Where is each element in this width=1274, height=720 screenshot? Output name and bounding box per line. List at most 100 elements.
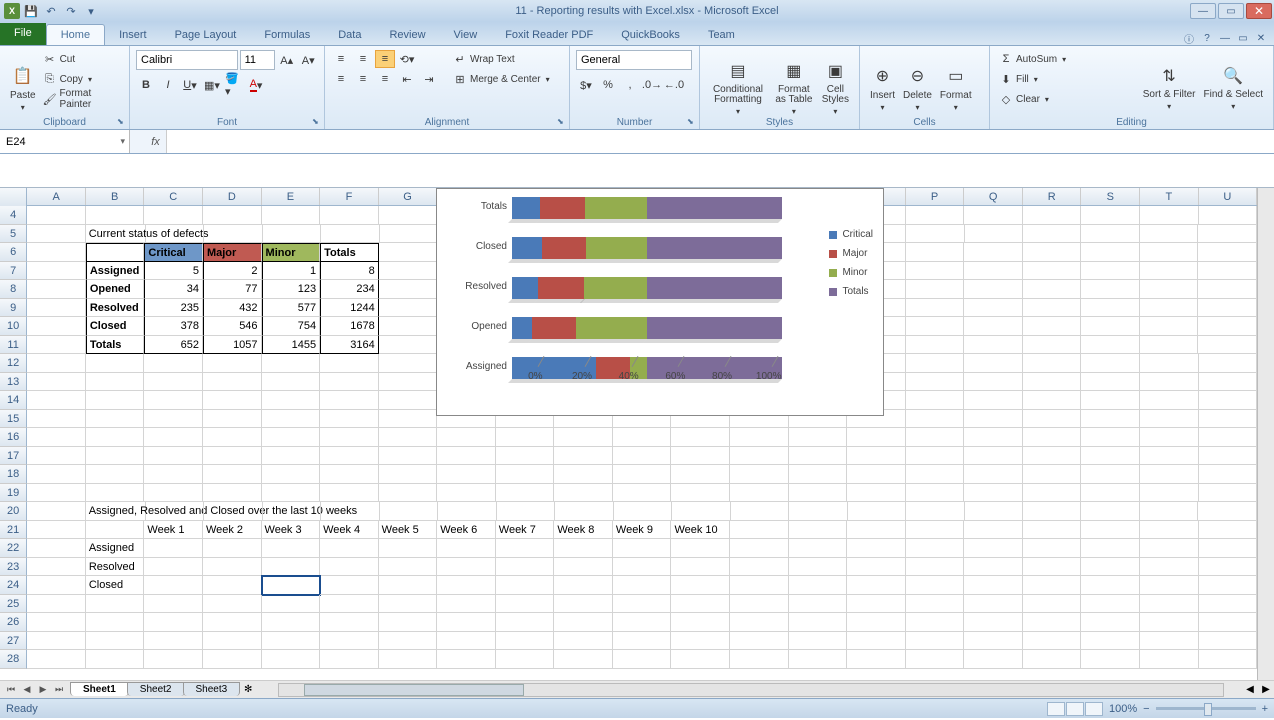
- clear-button[interactable]: ◇Clear▾: [996, 90, 1139, 108]
- font-color-button[interactable]: A▾: [246, 76, 266, 94]
- cell-P17[interactable]: [906, 447, 965, 466]
- col-header-U[interactable]: U: [1199, 188, 1257, 205]
- merge-center-button[interactable]: ⊞Merge & Center▾: [450, 70, 563, 88]
- cell-B11[interactable]: Totals: [86, 336, 145, 355]
- format-button[interactable]: ▭Format▾: [936, 48, 976, 127]
- cell-M24[interactable]: [730, 576, 789, 595]
- cell-A8[interactable]: [27, 280, 86, 299]
- row-header-25[interactable]: 25: [0, 595, 27, 614]
- cell-U26[interactable]: [1199, 613, 1257, 632]
- cell-L17[interactable]: [671, 447, 730, 466]
- row-header-8[interactable]: 8: [0, 280, 27, 299]
- close-button[interactable]: ✕: [1246, 3, 1272, 19]
- row-header-9[interactable]: 9: [0, 299, 27, 318]
- cell-L23[interactable]: [671, 558, 730, 577]
- cell-D22[interactable]: [203, 539, 262, 558]
- cell-C13[interactable]: [144, 373, 203, 392]
- cell-T12[interactable]: [1140, 354, 1199, 373]
- vertical-scrollbar[interactable]: [1257, 188, 1274, 680]
- cell-F25[interactable]: [320, 595, 379, 614]
- cell-M16[interactable]: [730, 428, 789, 447]
- cell-P16[interactable]: [906, 428, 965, 447]
- cell-A26[interactable]: [27, 613, 86, 632]
- cell-C22[interactable]: [144, 539, 203, 558]
- cell-B6[interactable]: [86, 243, 145, 262]
- cell-M22[interactable]: [730, 539, 789, 558]
- cell-E26[interactable]: [262, 613, 321, 632]
- cell-D25[interactable]: [203, 595, 262, 614]
- cell-Q14[interactable]: [964, 391, 1023, 410]
- cell-Q10[interactable]: [964, 317, 1023, 336]
- cell-E12[interactable]: [262, 354, 321, 373]
- cell-Q23[interactable]: [964, 558, 1023, 577]
- cell-E22[interactable]: [262, 539, 321, 558]
- row-header-17[interactable]: 17: [0, 447, 27, 466]
- cell-P6[interactable]: [906, 243, 965, 262]
- cell-F4[interactable]: [320, 206, 379, 225]
- cell-I16[interactable]: [496, 428, 555, 447]
- cell-U10[interactable]: [1198, 317, 1257, 336]
- cell-U11[interactable]: [1198, 336, 1257, 355]
- cell-K26[interactable]: [613, 613, 672, 632]
- cell-D6[interactable]: Major: [203, 243, 262, 262]
- sheet-tab-2[interactable]: Sheet2: [127, 682, 185, 696]
- cell-Q27[interactable]: [964, 632, 1023, 651]
- cell-P13[interactable]: [906, 373, 965, 392]
- cell-H23[interactable]: [437, 558, 496, 577]
- cell-J20[interactable]: [555, 502, 613, 521]
- cell-B21[interactable]: [86, 521, 145, 540]
- cut-button[interactable]: ✂Cut: [40, 50, 123, 68]
- cell-A27[interactable]: [27, 632, 86, 651]
- cell-G24[interactable]: [379, 576, 438, 595]
- sheet-tab-1[interactable]: Sheet1: [70, 682, 129, 696]
- cell-K20[interactable]: [614, 502, 672, 521]
- cell-G12[interactable]: [379, 354, 438, 373]
- cell-F17[interactable]: [320, 447, 379, 466]
- cell-D14[interactable]: [203, 391, 262, 410]
- cell-P7[interactable]: [906, 262, 965, 281]
- cell-S23[interactable]: [1081, 558, 1140, 577]
- cell-A24[interactable]: [27, 576, 86, 595]
- cell-A21[interactable]: [27, 521, 86, 540]
- row-header-18[interactable]: 18: [0, 465, 27, 484]
- font-expand-icon[interactable]: ⬊: [312, 117, 322, 127]
- cell-E11[interactable]: 1455: [262, 336, 321, 355]
- cell-S25[interactable]: [1081, 595, 1140, 614]
- cell-M18[interactable]: [730, 465, 789, 484]
- cell-S20[interactable]: [1081, 502, 1139, 521]
- cell-L21[interactable]: Week 10: [671, 521, 730, 540]
- cell-G16[interactable]: [379, 428, 438, 447]
- window-restore-icon[interactable]: ▭: [1236, 31, 1250, 45]
- help-icon[interactable]: ?: [1200, 31, 1214, 45]
- cell-D20[interactable]: [204, 502, 262, 521]
- col-header-T[interactable]: T: [1140, 188, 1199, 205]
- cell-J27[interactable]: [554, 632, 613, 651]
- redo-icon[interactable]: ↷: [62, 3, 80, 19]
- cell-C18[interactable]: [144, 465, 203, 484]
- cell-Q11[interactable]: [964, 336, 1023, 355]
- cell-P18[interactable]: [906, 465, 965, 484]
- cell-G10[interactable]: [379, 317, 438, 336]
- col-header-S[interactable]: S: [1081, 188, 1140, 205]
- cell-S6[interactable]: [1081, 243, 1140, 262]
- cell-A25[interactable]: [27, 595, 86, 614]
- decrease-decimal-button[interactable]: ←.0: [664, 76, 684, 94]
- cell-I27[interactable]: [496, 632, 555, 651]
- cell-J18[interactable]: [554, 465, 613, 484]
- cell-G14[interactable]: [379, 391, 438, 410]
- cell-L20[interactable]: [672, 502, 730, 521]
- cell-R20[interactable]: [1023, 502, 1081, 521]
- cell-styles-button[interactable]: ▣Cell Styles▾: [818, 48, 853, 127]
- cell-S19[interactable]: [1081, 484, 1140, 503]
- cell-C19[interactable]: [144, 484, 203, 503]
- cell-L27[interactable]: [671, 632, 730, 651]
- font-size-combo[interactable]: 11: [240, 50, 275, 70]
- cell-S14[interactable]: [1081, 391, 1140, 410]
- cell-E23[interactable]: [262, 558, 321, 577]
- cell-M21[interactable]: [730, 521, 789, 540]
- cell-N16[interactable]: [789, 428, 848, 447]
- cell-T19[interactable]: [1140, 484, 1199, 503]
- cell-H17[interactable]: [437, 447, 496, 466]
- cell-P12[interactable]: [906, 354, 965, 373]
- cell-D24[interactable]: [203, 576, 262, 595]
